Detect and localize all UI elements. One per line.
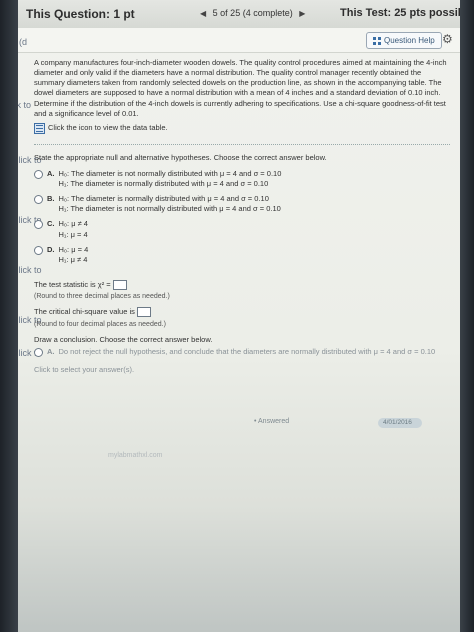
conclusion-option-text: Do not reject the null hypothesis, and c…	[58, 347, 436, 357]
option-a[interactable]: A. H₀: The diameter is not normally dist…	[34, 169, 450, 189]
option-line: H₁: μ ≠ 4	[58, 254, 88, 264]
select-answer-hint: Click to select your answer(s).	[34, 365, 135, 375]
option-line: H₁: The diameter is normally distributed…	[58, 179, 269, 188]
test-points: This Test: 25 pts possible	[340, 7, 460, 19]
option-text: H₀: The diameter is not normally distrib…	[59, 169, 282, 189]
test-statistic-hint: (Round to three decimal places as needed…	[34, 293, 170, 300]
hypotheses-prompt: State the appropriate null and alternati…	[34, 152, 327, 162]
option-text: H₀: μ ≠ 4 H₁: μ = 4	[59, 219, 88, 239]
monitor-bezel-left	[0, 0, 18, 632]
radio-b[interactable]	[34, 195, 43, 205]
question-help-label: Question Help	[384, 36, 435, 45]
status-pill-text: 4/01/2016	[383, 419, 412, 426]
answered-status: • Answered	[254, 418, 290, 425]
side-margin-links: k (d o ck to Click to Click to Click to …	[18, 0, 42, 632]
critical-value-row: The critical chi-square value is	[34, 307, 450, 318]
data-table-link-label: Click the icon to view the data table.	[48, 123, 168, 133]
margin-link[interactable]: ck to	[18, 100, 31, 110]
gear-icon[interactable]: ⚙	[442, 32, 453, 46]
option-text: H₀: μ = 4 H₁: μ ≠ 4	[59, 245, 89, 265]
margin-link[interactable]: k (d	[18, 37, 27, 47]
critical-value-input[interactable]	[136, 307, 151, 318]
critical-value-label: The critical chi-square value is	[34, 307, 135, 317]
radio-d[interactable]	[34, 245, 43, 255]
option-letter: C.	[47, 219, 55, 229]
question-content: A company manufactures four-inch-diamete…	[34, 58, 450, 377]
footer-text: mylabmathxl.com	[108, 452, 163, 459]
screen: This Question: 1 pt ◀ 5 of 25 (4 complet…	[18, 0, 460, 632]
option-line: H₁: The diameter is not normally distrib…	[58, 204, 281, 214]
test-statistic-input[interactable]	[112, 279, 127, 290]
option-b[interactable]: B. H₀: The diameter is normally distribu…	[34, 194, 450, 214]
option-line: H₀: μ = 4	[58, 244, 89, 254]
test-statistic-row: The test statistic is χ² =	[34, 280, 450, 290]
arrow-left-icon[interactable]: ◀	[200, 9, 206, 18]
option-line: H₁: μ = 4	[58, 229, 88, 239]
conclusion-radio-a[interactable]	[34, 348, 43, 358]
question-points: This Question: 1 pt	[26, 7, 135, 21]
option-c[interactable]: C. H₀: μ ≠ 4 H₁: μ = 4	[34, 219, 450, 239]
status-bar: • Answered 4/01/2016 mylabmathxl.com	[18, 412, 460, 459]
divider	[34, 143, 450, 145]
question-pager: ◀ 5 of 25 (4 complete) ▶	[196, 8, 309, 18]
option-letter: D.	[47, 244, 55, 254]
problem-text: A company manufactures four-inch-diamete…	[34, 58, 447, 118]
monitor-bezel-right	[460, 0, 474, 632]
help-bar: Question Help ⚙	[18, 28, 460, 53]
conclusion-option-a[interactable]: A. Do not reject the null hypothesis, an…	[34, 347, 450, 358]
option-letter: A.	[47, 168, 55, 178]
option-d[interactable]: D. H₀: μ = 4 H₁: μ ≠ 4	[34, 245, 450, 265]
option-letter: B.	[47, 194, 55, 204]
option-text: H₀: The diameter is normally distributed…	[59, 194, 281, 214]
data-table-icon[interactable]	[34, 122, 45, 134]
radio-c[interactable]	[34, 220, 43, 230]
critical-value-hint: (Round to four decimal places as needed.…	[34, 320, 166, 328]
test-statistic-label: The test statistic is χ² =	[34, 279, 111, 289]
radio-a[interactable]	[34, 169, 43, 179]
question-help-button[interactable]: Question Help	[366, 32, 442, 49]
top-bar: This Question: 1 pt ◀ 5 of 25 (4 complet…	[18, 0, 460, 29]
arrow-right-icon[interactable]: ▶	[299, 9, 305, 18]
pager-text: 5 of 25 (4 complete)	[212, 8, 293, 18]
option-line: H₀: The diameter is normally distributed…	[58, 194, 269, 204]
option-line: H₀: μ ≠ 4	[58, 219, 88, 229]
option-letter: A.	[47, 347, 55, 357]
data-table-link[interactable]: Click the icon to view the data table.	[34, 122, 450, 134]
conclusion-prompt: Draw a conclusion. Choose the correct an…	[34, 335, 213, 344]
grid-icon	[373, 36, 381, 45]
option-line: H₀: The diameter is not normally distrib…	[58, 168, 282, 178]
